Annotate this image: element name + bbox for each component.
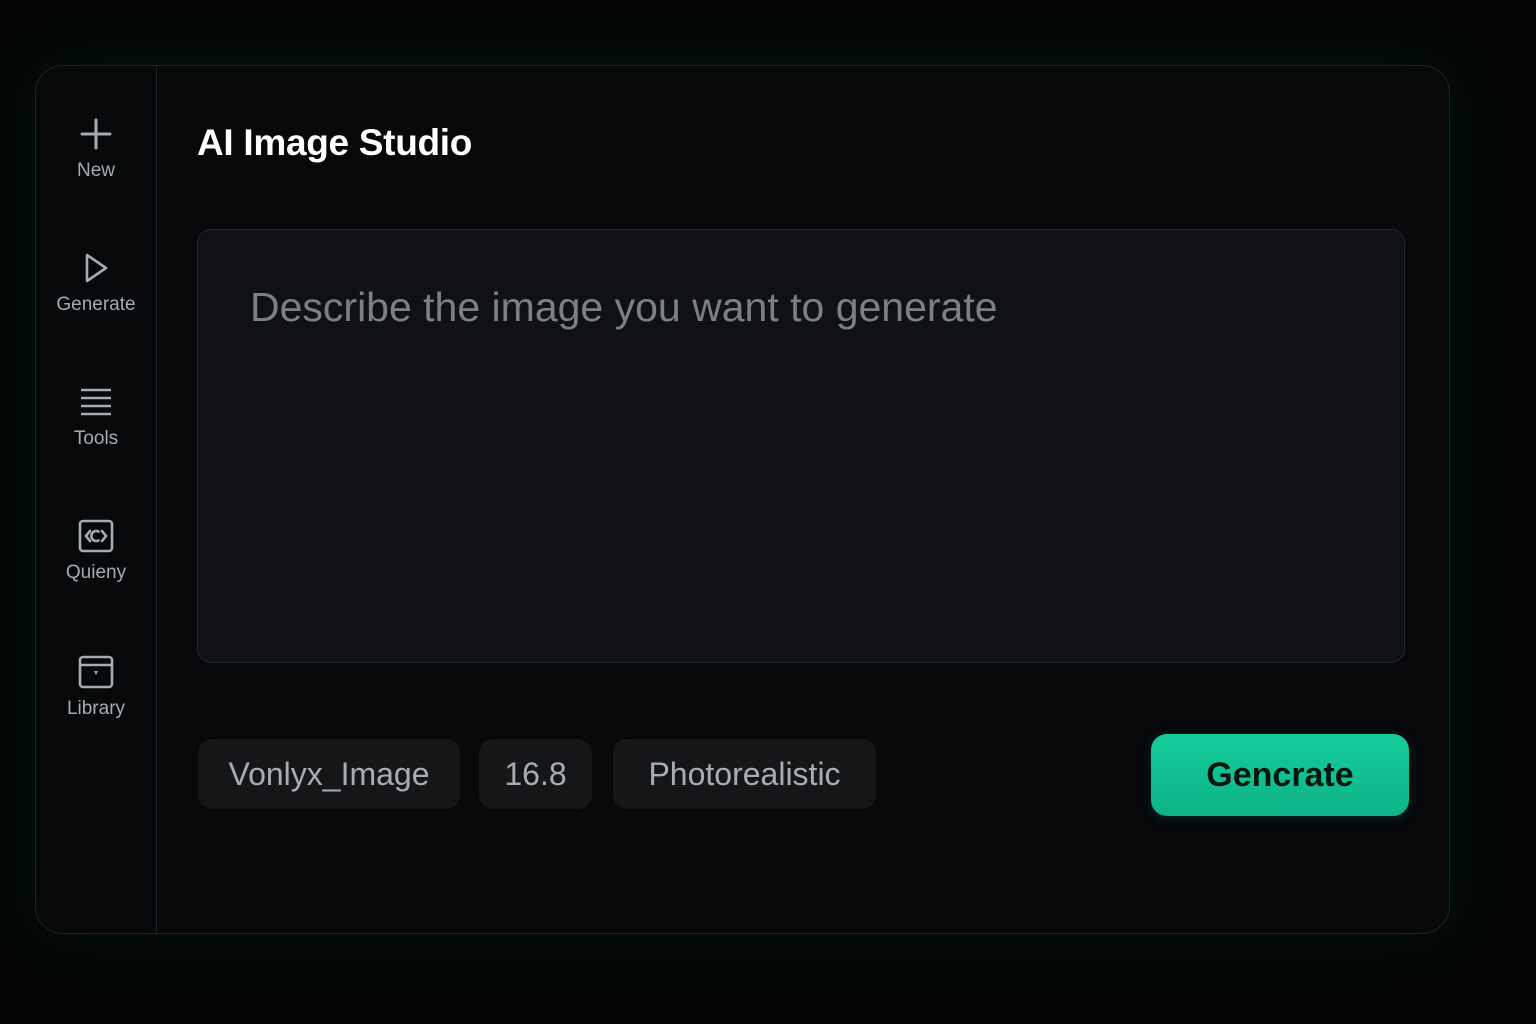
sidebar-item-new[interactable]: New xyxy=(36,114,156,204)
page-title: AI Image Studio xyxy=(197,122,473,163)
menu-lines-icon xyxy=(76,382,116,422)
code-frame-icon xyxy=(76,516,116,556)
sidebar-item-label: Quieny xyxy=(65,562,127,583)
sidebar-item-label: Library xyxy=(66,698,126,719)
sidebar-item-generate[interactable]: Generate xyxy=(36,248,156,338)
plus-icon xyxy=(76,114,116,154)
app-window: New Generate Tools Quieny Library AI Ima… xyxy=(35,65,1450,934)
style-selector[interactable]: Photorealistic xyxy=(613,739,876,809)
generate-button[interactable]: Gencrate xyxy=(1151,734,1409,816)
sidebar-item-quieny[interactable]: Quieny xyxy=(36,516,156,606)
prompt-box xyxy=(197,229,1405,663)
play-icon xyxy=(76,248,116,288)
sidebar-item-label: Generate xyxy=(56,294,136,315)
sidebar-item-label: New xyxy=(76,160,115,181)
model-selector[interactable]: Vonlyx_Image xyxy=(198,739,460,809)
sidebar: New Generate Tools Quieny Library xyxy=(36,66,157,933)
sidebar-item-label: Tools xyxy=(73,428,119,449)
sidebar-item-tools[interactable]: Tools xyxy=(36,382,156,472)
prompt-input[interactable] xyxy=(198,230,1404,662)
main-panel: AI Image Studio Vonlyx_Image 16.8 Photor… xyxy=(157,66,1449,933)
aspect-ratio-selector[interactable]: 16.8 xyxy=(479,739,592,809)
sidebar-item-library[interactable]: Library xyxy=(36,652,156,742)
archive-icon xyxy=(76,652,116,692)
